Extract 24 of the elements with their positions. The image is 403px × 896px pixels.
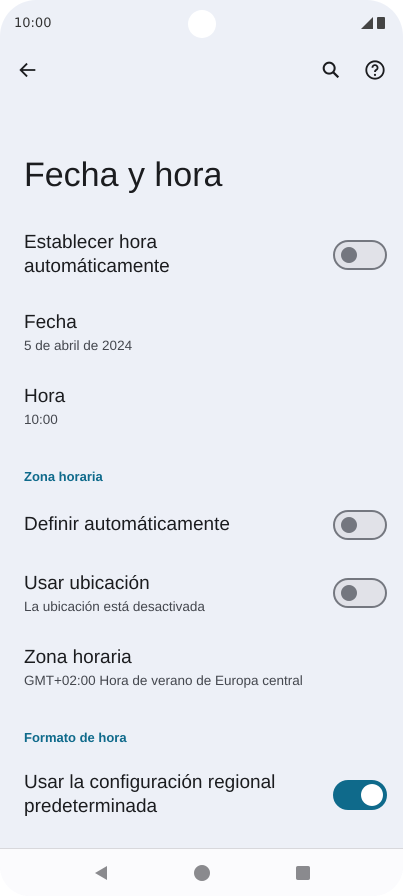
setting-title[interactable]: Establecer hora automáticamente bbox=[24, 231, 304, 279]
setting-title[interactable]: Usar ubicación bbox=[24, 572, 304, 596]
toggle-switch[interactable] bbox=[333, 780, 387, 810]
setting-title[interactable]: Hora bbox=[24, 385, 304, 409]
help-icon bbox=[364, 59, 386, 81]
section-header: Zona horaria bbox=[23, 468, 104, 486]
status-time: 10:00 bbox=[14, 16, 52, 30]
page-title: Fecha y hora bbox=[24, 156, 224, 195]
toggle-switch[interactable] bbox=[333, 510, 387, 540]
recents-nav-icon[interactable] bbox=[295, 864, 312, 880]
setting-summary: 5 de abril de 2024 bbox=[24, 338, 134, 353]
setting-title[interactable]: Definir automáticamente bbox=[24, 513, 304, 537]
signal-battery-icon bbox=[361, 16, 387, 30]
setting-summary: GMT+02:00 Hora de verano de Europa central bbox=[24, 673, 304, 688]
home-nav-icon[interactable] bbox=[193, 864, 212, 882]
search-icon bbox=[320, 59, 342, 81]
setting-summary: La ubicación está desactivada bbox=[24, 599, 206, 614]
setting-title[interactable]: Fecha bbox=[24, 311, 304, 335]
section-header: Formato de hora bbox=[23, 729, 128, 747]
toggle-switch[interactable] bbox=[333, 578, 387, 608]
setting-summary: 10:00 bbox=[24, 412, 59, 427]
setting-title[interactable]: Zona horaria bbox=[24, 646, 304, 670]
setting-title[interactable]: Usar la configuración regional predeterminada bbox=[24, 771, 304, 819]
toggle-switch[interactable] bbox=[333, 240, 387, 270]
